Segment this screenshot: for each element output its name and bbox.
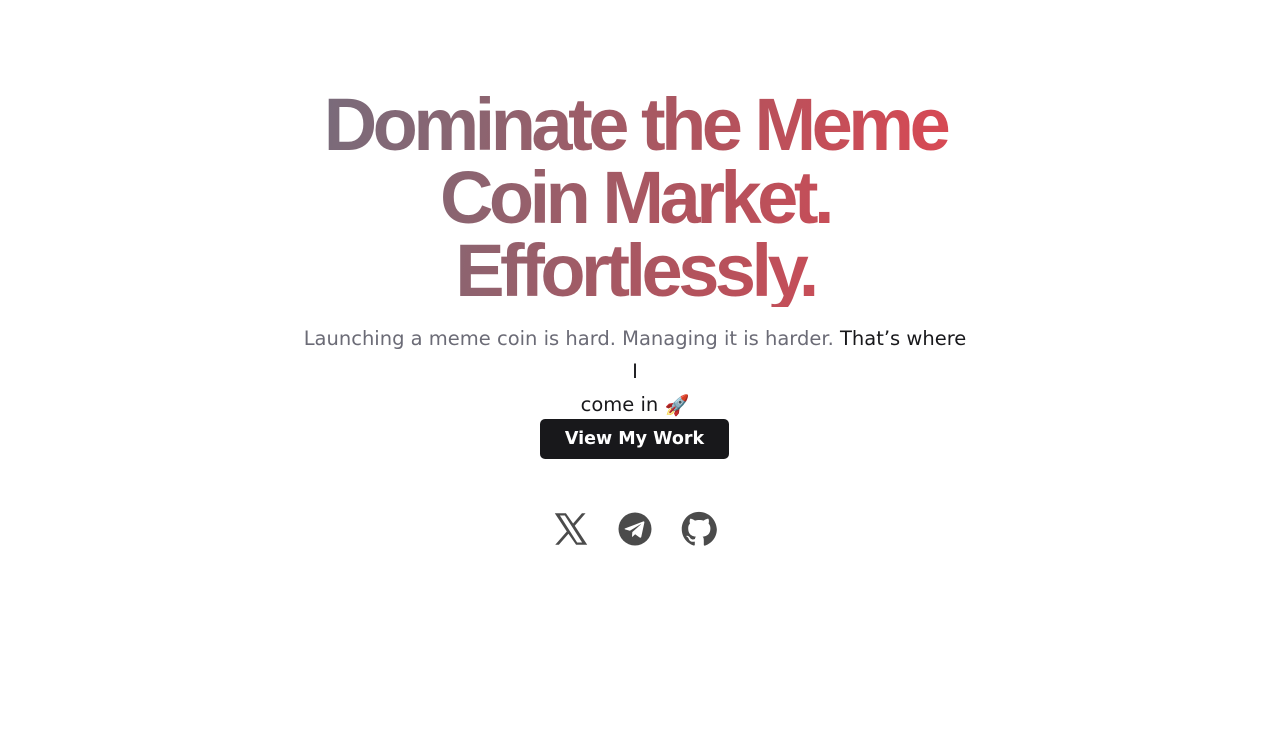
github-link[interactable] <box>681 511 717 547</box>
github-icon <box>681 511 717 546</box>
subtitle-muted-text: Launching a meme coin is hard. Managing … <box>303 327 834 350</box>
telegram-icon <box>618 512 652 546</box>
headline-line-2: Coin Market. <box>439 156 831 239</box>
social-links <box>551 511 721 547</box>
headline-line-1: Dominate the Meme <box>323 83 947 166</box>
hero-headline: Dominate the Meme Coin Market. Effortles… <box>235 88 1035 307</box>
rocket-emoji-icon: 🚀 <box>664 393 690 417</box>
hero-section: Dominate the Meme Coin Market. Effortles… <box>0 0 1270 746</box>
telegram-link[interactable] <box>617 511 653 547</box>
x-icon <box>554 513 588 545</box>
x-link[interactable] <box>553 511 589 547</box>
hero-subtitle: Launching a meme coin is hard. Managing … <box>300 322 970 422</box>
view-my-work-button[interactable]: View My Work <box>540 419 729 459</box>
headline-line-3: Effortlessly. <box>455 229 815 312</box>
subtitle-dark-text-2: come in <box>580 393 659 416</box>
